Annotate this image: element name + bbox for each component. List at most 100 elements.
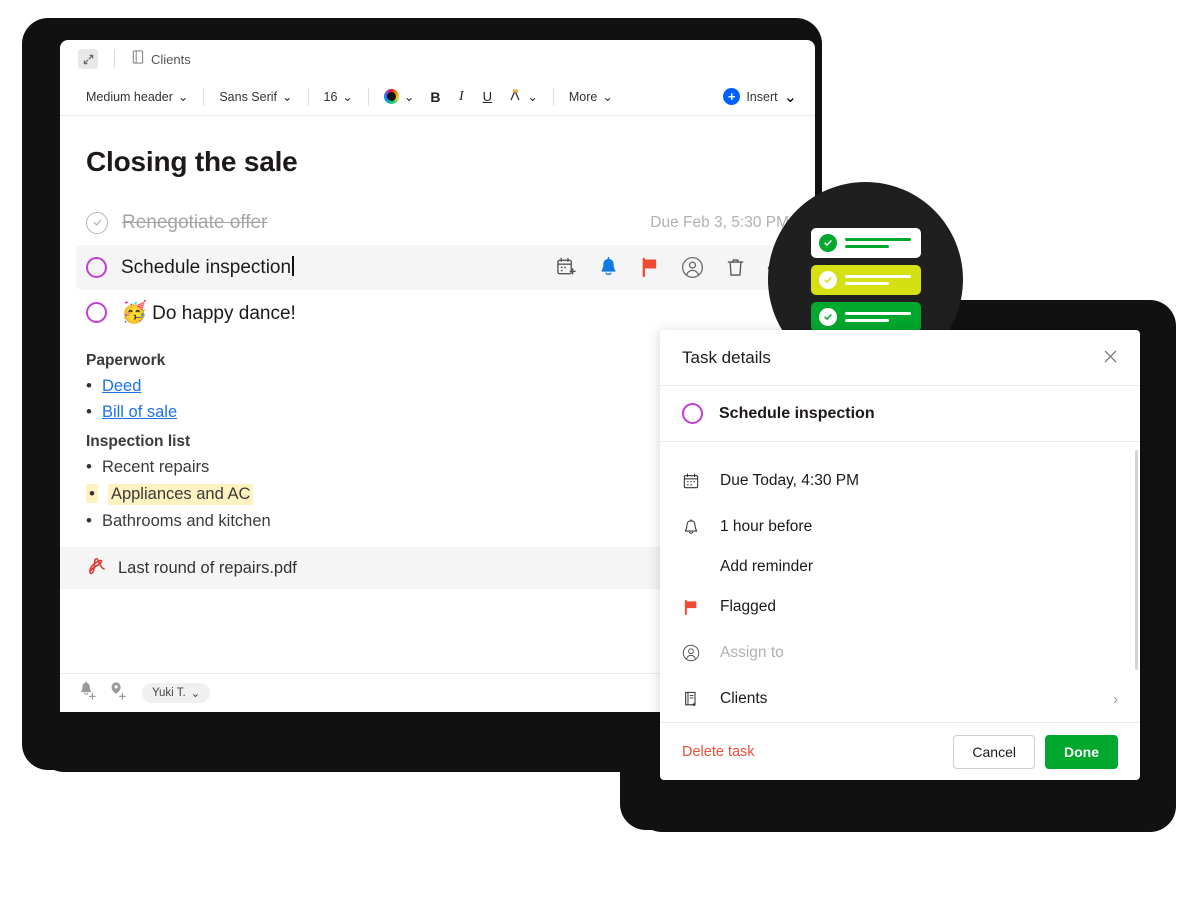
screenshot-stage: Clients Medium header ⌄ Sans Serif ⌄ 16 … — [0, 0, 1201, 906]
chevron-down-icon: ⌄ — [190, 688, 201, 700]
plus-circle-icon: + — [723, 88, 741, 105]
panel-reminder-label: 1 hour before — [720, 518, 813, 536]
task-label: Do happy dance! — [152, 302, 296, 324]
panel-row-assign[interactable]: Assign to — [682, 630, 1118, 676]
task-label-editing[interactable]: Schedule inspection — [121, 256, 294, 279]
delete-task-button[interactable]: Delete task — [682, 744, 755, 760]
user-chip[interactable]: Yuki T. ⌄ — [142, 683, 211, 703]
panel-task-name: Schedule inspection — [719, 404, 875, 422]
window-topbar: Clients — [60, 40, 815, 78]
task-label: Schedule inspection — [121, 257, 292, 278]
bullet-icon: • — [86, 484, 98, 503]
done-button[interactable]: Done — [1045, 734, 1118, 769]
page-title: Closing the sale — [86, 146, 298, 177]
chevron-down-icon: ⌄ — [527, 90, 538, 104]
partying-face-emoji: 🥳 — [121, 300, 148, 324]
close-icon[interactable] — [1103, 349, 1118, 367]
cancel-button[interactable]: Cancel — [953, 734, 1035, 769]
panel-due-label: Due Today, 4:30 PM — [720, 472, 860, 490]
open-circle-checkbox[interactable] — [682, 403, 703, 425]
panel-add-reminder[interactable]: Add reminder — [682, 550, 1118, 584]
assign-person-icon — [682, 644, 700, 662]
task-details-panel: Task details Schedule inspection Due Tod… — [660, 330, 1140, 780]
list-item-label: Recent repairs — [101, 458, 210, 476]
bullet-icon: • — [86, 402, 92, 421]
toolbar-divider — [203, 87, 205, 106]
breadcrumb-label: Clients — [151, 51, 191, 67]
trash-icon[interactable] — [726, 257, 745, 278]
bullet-icon: • — [86, 457, 92, 476]
flag-icon[interactable] — [640, 257, 659, 278]
task-label-with-emoji: 🥳 Do happy dance! — [121, 301, 296, 325]
chevron-down-icon: ⌄ — [783, 88, 797, 106]
flag-icon — [682, 599, 700, 616]
notebook-icon — [131, 49, 144, 69]
panel-assign-label: Assign to — [720, 644, 784, 662]
pdf-icon — [86, 556, 105, 581]
highlighter-icon — [508, 88, 522, 105]
assign-person-icon[interactable] — [681, 256, 704, 279]
user-label: Yuki T. — [152, 687, 186, 699]
toolbar-divider — [307, 87, 309, 106]
breadcrumb-notebook[interactable]: Clients — [131, 49, 191, 69]
badge-lines — [844, 274, 911, 285]
badge-row-white — [810, 227, 921, 258]
calendar-plus-icon[interactable] — [556, 257, 577, 278]
chevron-down-icon: ⌄ — [177, 90, 189, 104]
panel-row-notebook[interactable]: Clients › — [682, 676, 1118, 722]
panel-row-reminder[interactable]: 1 hour before — [682, 504, 1118, 550]
chevron-down-icon: ⌄ — [282, 90, 293, 104]
paragraph-style-dropdown[interactable]: Medium header ⌄ — [78, 86, 196, 107]
panel-task-header: Schedule inspection — [660, 386, 1140, 443]
panel-scrollbar[interactable] — [1135, 450, 1138, 671]
font-family-label: Sans Serif — [219, 89, 278, 104]
font-size-label: 16 — [323, 89, 338, 104]
panel-notebook-label: Clients — [720, 690, 768, 708]
panel-body: Due Today, 4:30 PM 1 hour before Add rem… — [660, 442, 1140, 722]
attachment-filename: Last round of repairs.pdf — [118, 558, 297, 577]
list-item-link-deed[interactable]: Deed — [102, 377, 141, 396]
more-formatting-dropdown[interactable]: More ⌄ — [561, 86, 621, 107]
task-row-schedule-inspection[interactable]: Schedule inspection — [76, 245, 805, 290]
color-wheel-icon — [383, 89, 399, 104]
bell-icon[interactable] — [599, 257, 618, 278]
underline-button[interactable]: U — [474, 85, 500, 109]
task-row-do-happy-dance[interactable]: 🥳 Do happy dance! — [60, 290, 815, 335]
panel-header: Task details — [660, 330, 1140, 387]
panel-row-due-date[interactable]: Due Today, 4:30 PM — [682, 458, 1118, 504]
checked-circle-checkbox[interactable] — [86, 211, 108, 234]
open-circle-checkbox[interactable] — [86, 257, 107, 278]
panel-row-flagged[interactable]: Flagged — [682, 584, 1118, 630]
highlight-color-picker[interactable]: ⌄ — [500, 85, 545, 108]
tag-plus-icon[interactable] — [108, 681, 126, 705]
calendar-icon — [682, 473, 700, 489]
text-color-picker[interactable]: ⌄ — [376, 86, 422, 107]
bullet-icon: • — [86, 376, 92, 395]
badge-row-lime — [810, 264, 921, 295]
badge-row-green — [810, 301, 921, 332]
task-row-renegotiate-offer[interactable]: Renegotiate offer Due Feb 3, 5:30 PM — [60, 200, 815, 245]
toolbar-divider — [552, 87, 554, 106]
text-cursor — [292, 256, 294, 276]
open-circle-checkbox[interactable] — [86, 302, 107, 323]
bell-plus-icon[interactable] — [78, 681, 96, 705]
bell-icon — [682, 518, 700, 536]
list-item-label: Appliances and AC — [107, 484, 254, 505]
toolbar-divider — [367, 87, 369, 106]
collapse-arrow-icon[interactable] — [78, 49, 98, 69]
more-label: More — [568, 89, 598, 104]
bold-button[interactable]: B — [422, 85, 448, 109]
notebook-icon — [682, 691, 700, 708]
paragraph-style-label: Medium header — [86, 89, 173, 104]
list-item-link-bill-of-sale[interactable]: Bill of sale — [102, 403, 177, 422]
chevron-down-icon: ⌄ — [342, 90, 353, 104]
font-size-dropdown[interactable]: 16 ⌄ — [316, 86, 361, 107]
badge-lines — [844, 311, 911, 322]
font-family-dropdown[interactable]: Sans Serif ⌄ — [211, 86, 300, 107]
insert-button[interactable]: + Insert ⌄ — [723, 87, 797, 107]
italic-button[interactable]: I — [448, 85, 474, 109]
white-check-icon — [818, 307, 837, 326]
topbar-divider — [114, 50, 115, 68]
task-label: Renegotiate offer — [122, 211, 268, 233]
panel-action-buttons: Cancel Done — [953, 734, 1118, 769]
